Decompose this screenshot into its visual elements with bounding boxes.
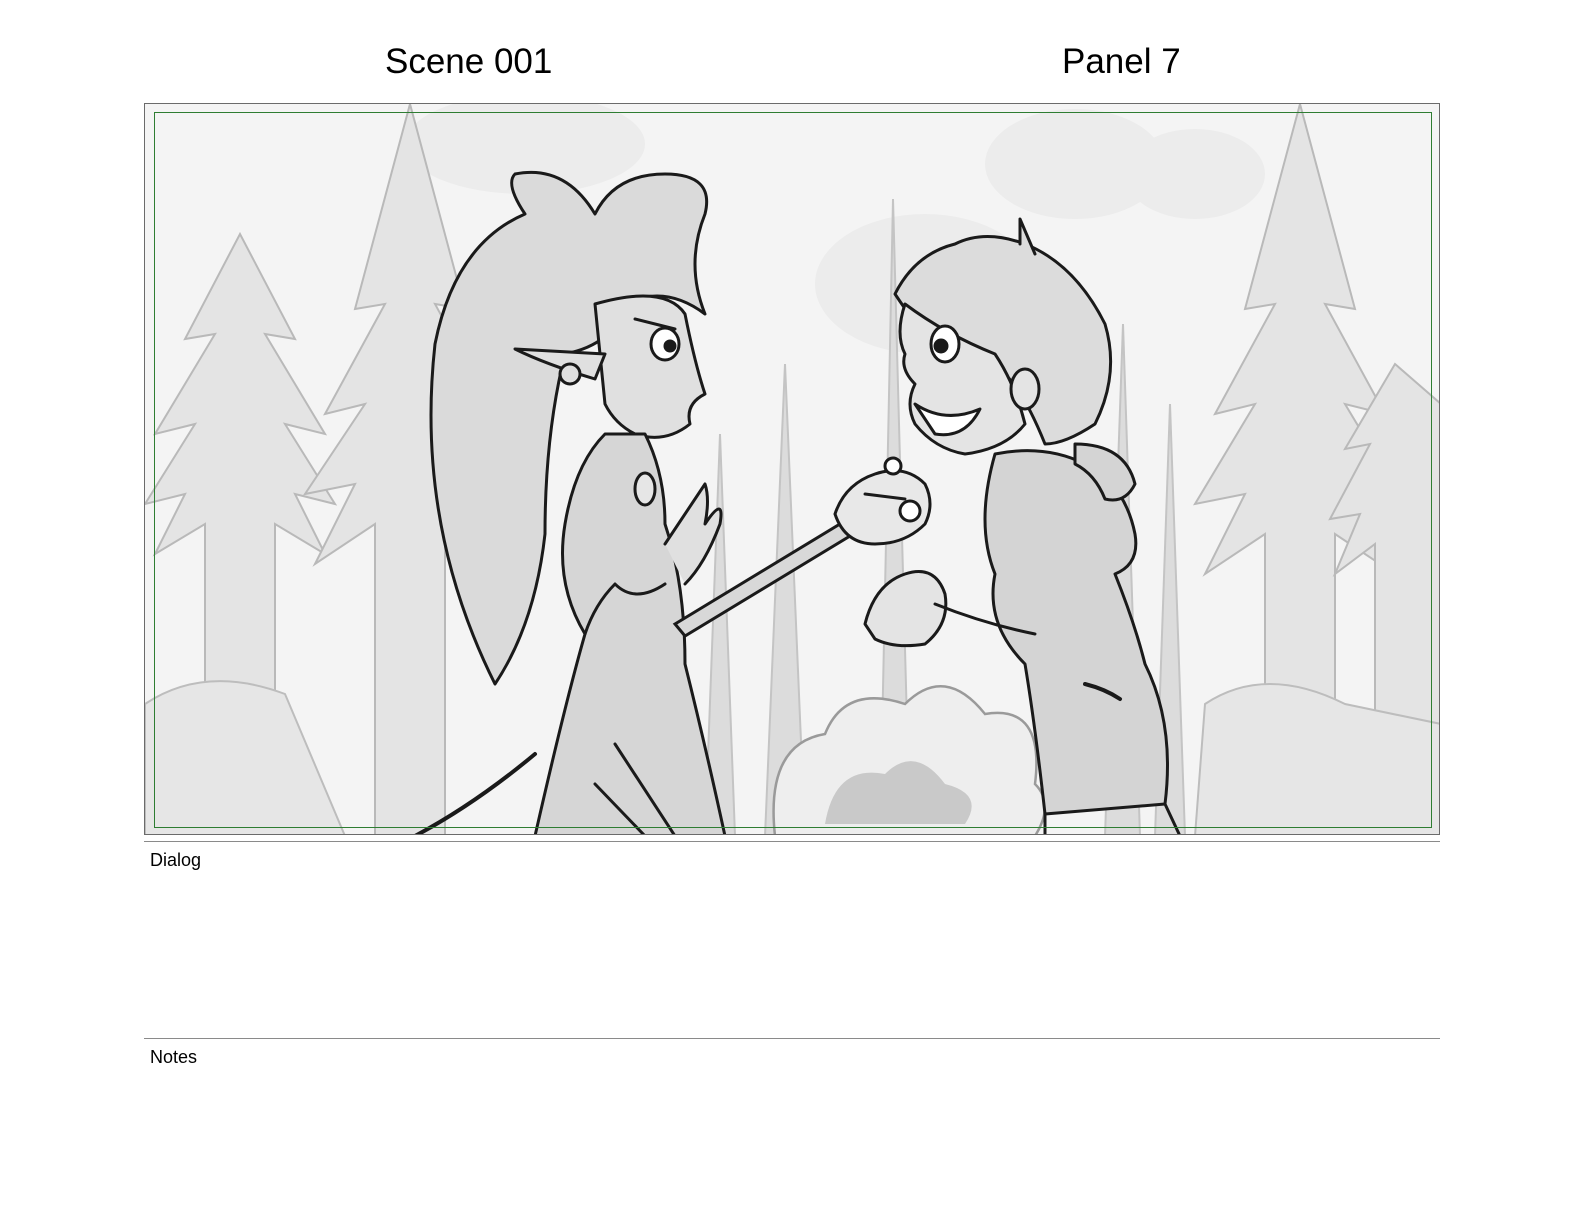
- dialog-divider: [144, 841, 1440, 842]
- notes-divider: [144, 1038, 1440, 1039]
- panel-sketch: [145, 104, 1439, 834]
- dialog-label: Dialog: [150, 850, 202, 870]
- panel-label: Panel 7: [1062, 42, 1181, 81]
- scene-label: Scene 001: [385, 42, 553, 81]
- notes-label: Notes: [150, 1047, 198, 1067]
- storyboard-panel-image: [144, 103, 1440, 835]
